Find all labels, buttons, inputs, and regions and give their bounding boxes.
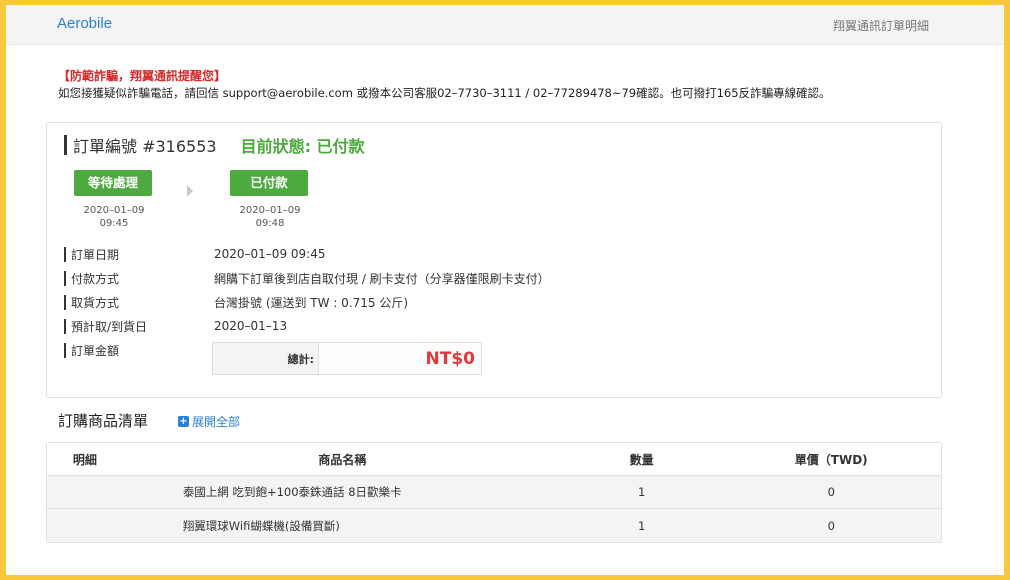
info-row-amount: 訂單金額 xyxy=(64,341,214,359)
page-title-link[interactable]: 翔翼通訊訂單明細 xyxy=(833,17,929,34)
total-box: 總計: NT$0 xyxy=(212,342,482,375)
step-pending-time: 09:45 xyxy=(99,218,129,229)
order-header: 訂單編號 #316553 目前狀態: 已付款 xyxy=(64,133,365,157)
info-row-payment: 付款方式 網購下訂單後到店自取付現 / 刷卡支付（分享器僅限刷卡支付） xyxy=(64,269,550,287)
info-label: 訂單金額 xyxy=(71,343,120,358)
step-pending-date: 2020–01–09 xyxy=(83,205,145,216)
info-value: 台灣掛號 (運送到 TW : 0.715 公斤) xyxy=(214,295,409,310)
step-paid: 已付款 2020–01–09 09:48 xyxy=(230,170,310,230)
info-label: 取貨方式 xyxy=(71,295,120,310)
order-status: 目前狀態: 已付款 xyxy=(240,137,365,156)
info-row-eta: 預計取/到貨日 2020–01–13 xyxy=(64,317,287,335)
notice-text: 如您接獲疑似詐騙電話，請回信 support@aerobile.com 或撥本公… xyxy=(58,86,831,100)
cell-qty: 1 xyxy=(638,485,646,499)
column-header-price: 單價（TWD) xyxy=(794,452,868,467)
column-header-detail: 明細 xyxy=(72,452,97,467)
info-label: 預計取/到貨日 xyxy=(71,319,148,334)
plus-square-icon: + xyxy=(178,416,189,427)
info-value: 網購下訂單後到店自取付現 / 刷卡支付（分享器僅限刷卡支付） xyxy=(214,271,550,286)
step-paid-badge: 已付款 xyxy=(230,170,308,196)
notice-title: 【防範詐騙，翔翼通訊提醒您】 xyxy=(58,69,227,83)
cell-price: 0 xyxy=(827,485,835,499)
table-row: 泰國上網 吃到飽+100泰銖通話 8日歡樂卡 1 0 xyxy=(47,476,941,509)
top-bar: Aerobile 翔翼通訊訂單明細 xyxy=(6,5,1004,45)
items-table: 明細 商品名稱 數量 單價（TWD) 泰國上網 吃到飽+100泰銖通話 8日歡樂… xyxy=(46,442,942,543)
page-frame: Aerobile 翔翼通訊訂單明細 【防範詐騙，翔翼通訊提醒您】 如您接獲疑似詐… xyxy=(6,5,1004,575)
step-paid-time: 09:48 xyxy=(255,218,285,229)
expand-all-link[interactable]: + 展開全部 xyxy=(178,413,240,430)
column-header-name: 商品名稱 xyxy=(318,452,367,467)
info-row-order-date: 訂單日期 2020–01–09 09:45 xyxy=(64,245,325,263)
table-header: 明細 商品名稱 數量 單價（TWD) xyxy=(47,443,941,476)
brand-logo[interactable]: Aerobile xyxy=(57,15,112,32)
items-section-title: 訂購商品清單 xyxy=(58,412,149,430)
total-label: 總計: xyxy=(213,343,319,374)
table-row: 翔翼環球Wifi蝴蝶機(設備買斷) 1 0 xyxy=(47,509,941,542)
step-paid-date: 2020–01–09 xyxy=(239,205,301,216)
step-arrow-icon xyxy=(187,185,193,197)
cell-product-name: 泰國上網 吃到飽+100泰銖通話 8日歡樂卡 xyxy=(182,485,402,499)
info-value: 2020–01–09 09:45 xyxy=(214,247,326,261)
order-number: 訂單編號 #316553 xyxy=(73,137,217,156)
expand-all-label: 展開全部 xyxy=(192,415,241,429)
order-card: 訂單編號 #316553 目前狀態: 已付款 等待處理 2020–01–09 0… xyxy=(46,122,942,398)
cell-qty: 1 xyxy=(638,518,646,533)
step-pending: 等待處理 2020–01–09 09:45 xyxy=(74,170,154,230)
title-bar xyxy=(64,135,67,155)
info-label: 訂單日期 xyxy=(71,247,120,262)
column-header-qty: 數量 xyxy=(629,452,654,467)
cell-price: 0 xyxy=(827,518,835,533)
info-value: 2020–01–13 xyxy=(214,319,288,333)
info-label: 付款方式 xyxy=(71,271,120,286)
cell-product-name: 翔翼環球Wifi蝴蝶機(設備買斷) xyxy=(182,518,340,533)
total-value: NT$0 xyxy=(319,343,481,374)
step-pending-badge: 等待處理 xyxy=(74,170,152,196)
info-row-delivery: 取貨方式 台灣掛號 (運送到 TW : 0.715 公斤) xyxy=(64,293,408,311)
